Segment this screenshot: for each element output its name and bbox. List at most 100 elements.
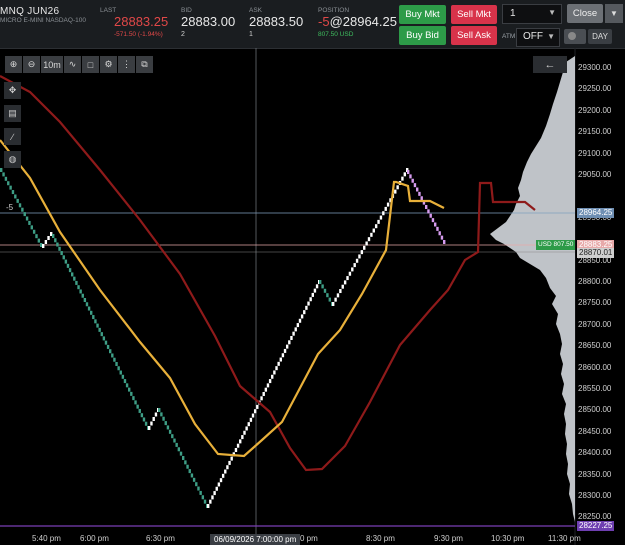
- price-tick: 29100.00: [578, 148, 612, 158]
- tif-day-button[interactable]: DAY: [588, 29, 612, 44]
- renko-brick: [94, 319, 97, 324]
- renko-brick: [290, 336, 293, 340]
- renko-brick: [328, 297, 331, 302]
- position-price: @28964.25: [329, 14, 397, 29]
- price-tick: 28350.00: [578, 469, 612, 479]
- renko-brick: [355, 258, 359, 263]
- zoom-in-icon[interactable]: ⊕: [5, 56, 22, 73]
- renko-brick: [346, 276, 349, 281]
- draw-line-icon[interactable]: ∕: [4, 128, 21, 145]
- renko-brick: [125, 383, 129, 388]
- price-tick: 28800.00: [578, 277, 612, 286]
- renko-brick: [253, 409, 257, 414]
- renko-brick: [30, 225, 33, 230]
- time-tick: 6:30 pm: [146, 534, 175, 543]
- renko-brick: [35, 234, 38, 239]
- renko-brick: [109, 349, 112, 354]
- renko-brick: [326, 293, 329, 298]
- sell-ask-button[interactable]: Sell Ask: [451, 26, 497, 45]
- toggle-knob: [568, 32, 576, 40]
- position-price-label: 28964.25: [577, 208, 615, 218]
- renko-brick: [219, 478, 223, 483]
- renko-brick: [179, 451, 183, 456]
- price-tick: 28700.00: [578, 319, 612, 329]
- crosshair-icon[interactable]: ✥: [4, 82, 21, 99]
- renko-brick: [132, 396, 135, 401]
- renko-brick: [106, 344, 110, 349]
- close-position-button[interactable]: Close: [567, 4, 603, 23]
- price-tick: 29300.00: [578, 63, 612, 72]
- renko-brick: [182, 456, 185, 460]
- renko-brick: [16, 198, 19, 203]
- renko-brick: [413, 183, 417, 188]
- sell-market-button[interactable]: Sell Mkt: [451, 5, 497, 24]
- renko-brick: [98, 327, 101, 332]
- price-tick: 28750.00: [578, 298, 612, 308]
- price-tick: 29250.00: [578, 84, 612, 94]
- buy-market-button[interactable]: Buy Mkt: [399, 5, 446, 24]
- copy-icon[interactable]: ⧉: [136, 56, 153, 73]
- renko-brick: [4, 176, 8, 181]
- lock-icon[interactable]: ◍: [4, 151, 21, 168]
- atm-select[interactable]: OFF ▼: [516, 28, 560, 47]
- renko-brick: [256, 404, 259, 409]
- renko-brick: [247, 422, 250, 427]
- renko-brick: [416, 187, 419, 192]
- chart-canvas[interactable]: -5: [0, 48, 625, 545]
- link-icon[interactable]: ⋮: [118, 56, 135, 73]
- instrument-symbol[interactable]: MNQ JUN26: [0, 6, 59, 17]
- renko-brick: [64, 259, 68, 264]
- renko-brick: [281, 353, 285, 358]
- renko-brick: [307, 301, 310, 306]
- trash-icon[interactable]: ▤: [4, 105, 21, 122]
- renko-brick: [309, 297, 312, 302]
- bid-size: 2: [181, 31, 185, 38]
- renko-brick: [358, 254, 361, 259]
- back-arrow-icon[interactable]: ←: [533, 56, 567, 73]
- time-tick: 5:40 pm: [32, 534, 61, 543]
- renko-brick: [409, 174, 412, 179]
- renko-brick: [277, 361, 280, 366]
- renko-brick: [175, 442, 178, 447]
- chart-toolbar: ⊕ ⊖ 10m ∿ □ ⚙ ⋮ ⧉: [5, 56, 154, 74]
- renko-brick: [42, 244, 45, 248]
- renko-brick: [296, 323, 300, 328]
- renko-brick: [123, 379, 127, 384]
- renko-brick: [319, 280, 322, 284]
- chart-panel[interactable]: -5 ⊕ ⊖ 10m ∿ □ ⚙ ⋮ ⧉ ← ✥ ▤ ∕ ◍ 29300.00 2…: [0, 48, 625, 545]
- time-tick: 0 pm: [300, 534, 318, 543]
- atm-toggle[interactable]: [564, 29, 586, 44]
- renko-brick: [11, 190, 15, 195]
- zoom-out-icon[interactable]: ⊖: [23, 56, 40, 73]
- renko-brick: [429, 213, 432, 218]
- renko-brick: [268, 379, 272, 384]
- settings-gear-icon[interactable]: ⚙: [100, 56, 117, 73]
- quantity-select[interactable]: 1 ▼: [502, 4, 562, 24]
- last-label: LAST: [100, 7, 117, 14]
- renko-brick: [365, 241, 368, 246]
- buy-bid-button[interactable]: Buy Bid: [399, 26, 446, 45]
- renko-brick: [315, 284, 319, 289]
- renko-brick: [264, 387, 268, 392]
- crosshair-select-icon[interactable]: □: [82, 56, 99, 73]
- renko-brick: [230, 456, 233, 461]
- renko-brick: [418, 191, 421, 196]
- renko-brick: [382, 211, 385, 216]
- renko-brick: [190, 473, 194, 478]
- close-menu-chevron-icon[interactable]: ▼: [605, 4, 623, 23]
- renko-brick: [334, 297, 337, 302]
- renko-brick: [115, 362, 118, 366]
- position-pnl: 807.50 USD: [318, 31, 354, 38]
- renko-brick: [420, 196, 423, 201]
- renko-brick: [313, 288, 317, 293]
- timeframe-button[interactable]: 10m: [41, 56, 63, 73]
- renko-brick: [303, 310, 306, 315]
- chevron-down-icon: ▼: [548, 8, 556, 17]
- renko-brick: [128, 387, 131, 392]
- chart-style-icon[interactable]: ∿: [64, 56, 81, 73]
- renko-brick: [25, 216, 29, 221]
- renko-brick: [90, 310, 93, 315]
- bid-label: BID: [181, 7, 192, 14]
- renko-brick: [138, 408, 141, 413]
- position-label: POSITION: [318, 7, 350, 14]
